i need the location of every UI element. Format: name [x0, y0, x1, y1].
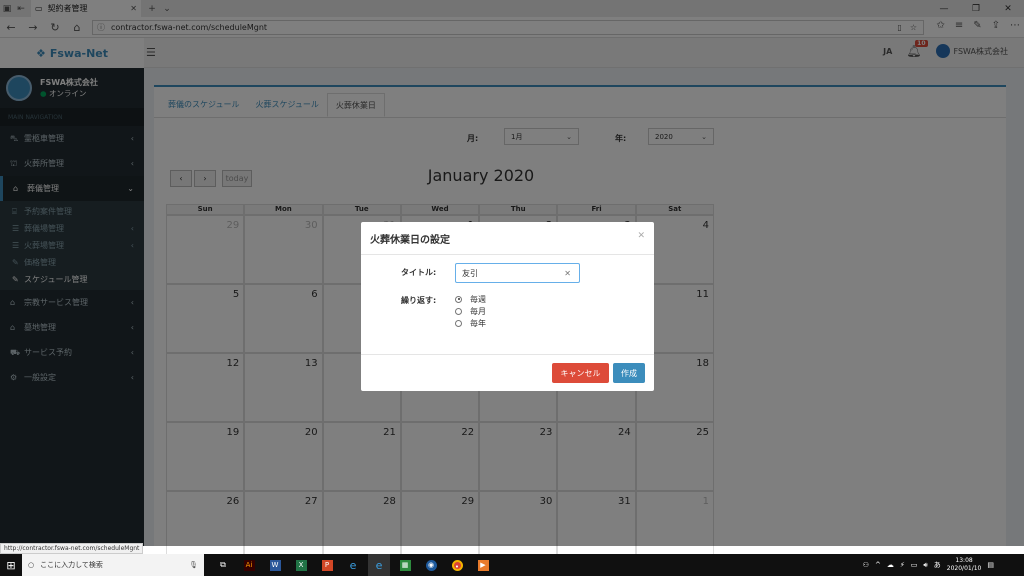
search-icon: ○ [28, 561, 35, 569]
repeat-option-yearly[interactable]: 毎年 [455, 317, 486, 329]
word-icon[interactable]: W [264, 554, 286, 576]
clock-time: 13:08 [955, 557, 973, 564]
network-icon[interactable]: ⚡ [900, 561, 905, 569]
internet-explorer-icon[interactable]: e [342, 554, 364, 576]
create-button[interactable]: 作成 [613, 363, 645, 383]
cloud-icon[interactable]: ☁ [887, 561, 894, 569]
repeat-option-weekly[interactable]: 毎週 [455, 293, 486, 305]
illustrator-icon[interactable]: Ai [238, 554, 260, 576]
title-input[interactable]: 友引 ✕ [455, 263, 580, 283]
radio-label: 毎週 [470, 294, 486, 304]
title-input-value: 友引 [462, 268, 478, 278]
clock-date: 2020/01/10 [946, 565, 982, 572]
title-label: タイトル: [401, 268, 437, 277]
windows-taskbar: ⊞ ○ ここに入力して検索 🎙︎ ⧉ Ai W X P e e ▦ ◉ • ▶ … [0, 554, 1024, 576]
action-center-icon[interactable]: ▤ [987, 561, 994, 569]
repeat-label: 繰り返す: [401, 296, 437, 305]
monitor-icon[interactable]: ▭ [911, 561, 918, 569]
chrome-icon[interactable]: • [446, 554, 468, 576]
tray-chevron-up-icon[interactable]: ^ [875, 561, 881, 569]
radio-button[interactable] [455, 319, 462, 327]
taskbar-apps: ⧉ Ai W X P e e ▦ ◉ • ▶ [212, 554, 494, 576]
close-icon[interactable]: ✕ [637, 231, 645, 241]
clock[interactable]: 13:08 2020/01/10 [947, 557, 982, 573]
excel-icon[interactable]: X [290, 554, 312, 576]
app-green-icon[interactable]: ▦ [394, 554, 416, 576]
taskbar-search[interactable]: ○ ここに入力して検索 🎙︎ [22, 554, 204, 576]
search-placeholder: ここに入力して検索 [40, 561, 103, 569]
media-player-icon[interactable]: ▶ [472, 554, 494, 576]
radio-label: 毎月 [470, 306, 486, 316]
repeat-options: 毎週 毎月 毎年 [455, 293, 486, 329]
status-bar-url: http://contractor.fswa-net.com/scheduleM… [0, 543, 144, 554]
edge-icon[interactable]: e [368, 554, 390, 576]
windows-start-icon[interactable]: ⊞ [0, 559, 22, 572]
task-view-icon[interactable]: ⧉ [212, 554, 234, 576]
system-tray: ⚇ ^ ☁ ⚡ ▭ 🔊︎ あ 13:08 2020/01/10 ▤ [863, 554, 994, 576]
volume-icon[interactable]: 🔊︎ [923, 561, 927, 570]
powerpoint-icon[interactable]: P [316, 554, 338, 576]
clear-input-icon[interactable]: ✕ [564, 269, 579, 278]
repeat-option-monthly[interactable]: 毎月 [455, 305, 486, 317]
radio-label: 毎年 [470, 318, 486, 328]
people-icon[interactable]: ⚇ [863, 561, 869, 569]
modal-footer [361, 354, 654, 355]
radio-button[interactable] [455, 295, 462, 303]
app-globe-icon[interactable]: ◉ [420, 554, 442, 576]
radio-button[interactable] [455, 307, 462, 315]
modal-title: 火葬休業日の設定 [361, 222, 654, 255]
cancel-button[interactable]: キャンセル [552, 363, 609, 383]
microphone-icon[interactable]: 🎙︎ [189, 561, 204, 569]
ime-indicator[interactable]: あ [934, 560, 941, 570]
holiday-settings-modal: 火葬休業日の設定 ✕ タイトル: 友引 ✕ 繰り返す: 毎週 毎月 毎年 キャン… [361, 222, 654, 391]
